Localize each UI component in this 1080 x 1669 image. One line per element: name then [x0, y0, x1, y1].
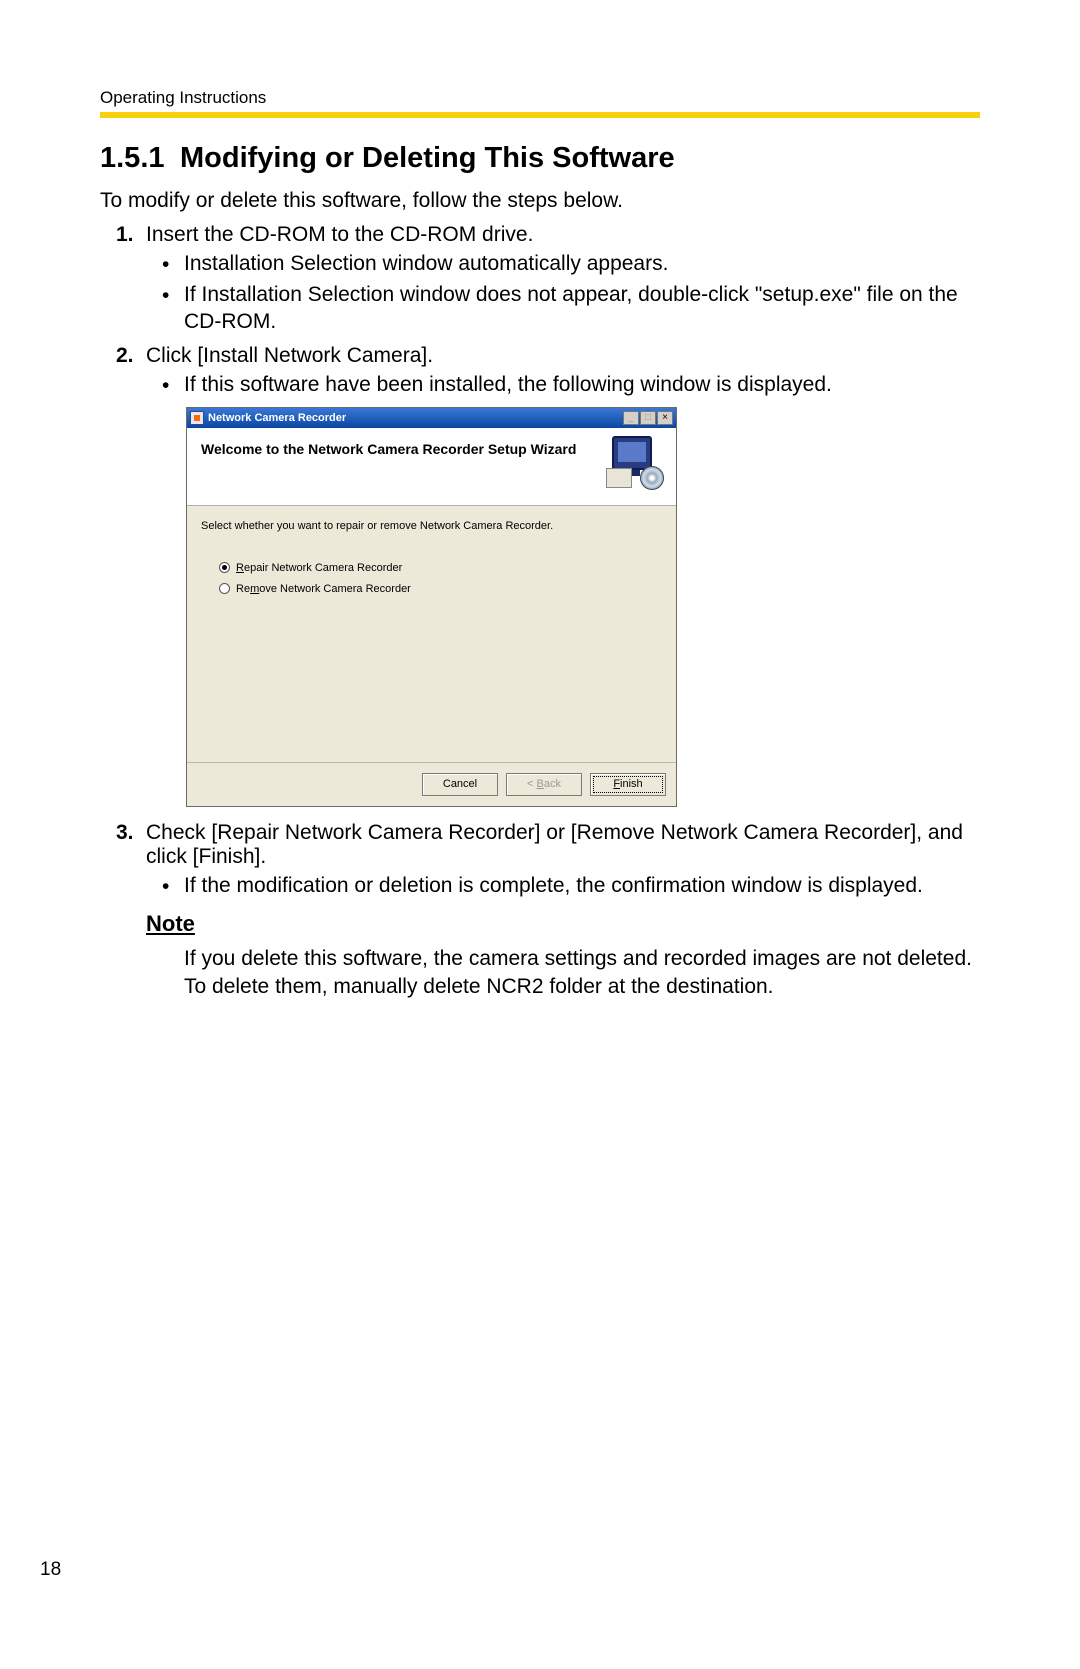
page-header: Operating Instructions — [100, 88, 980, 112]
wizard-instruction: Select whether you want to repair or rem… — [201, 520, 662, 532]
step-3-bullets: •If the modification or deletion is comp… — [146, 873, 980, 900]
radio-button-icon[interactable] — [219, 562, 230, 573]
monitor-icon — [612, 436, 652, 470]
disc-icon — [640, 466, 664, 490]
finish-button[interactable]: Finish — [590, 773, 666, 796]
bullet-icon: • — [162, 373, 169, 400]
radio-button-icon[interactable] — [219, 583, 230, 594]
step-list: 1. Insert the CD-ROM to the CD-ROM drive… — [100, 223, 980, 899]
bullet-icon: • — [162, 252, 169, 279]
step-3: 3. Check [Repair Network Camera Recorder… — [146, 821, 980, 900]
app-icon — [190, 411, 204, 425]
step-text: Check [Repair Network Camera Recorder] o… — [146, 821, 963, 868]
step-text: Click [Install Network Camera]. — [146, 344, 433, 367]
step-number: 3. — [116, 821, 134, 845]
minimize-button[interactable]: _ — [623, 411, 639, 425]
wizard-title: Network Camera Recorder — [208, 412, 623, 424]
note-body: If you delete this software, the camera … — [184, 945, 980, 1000]
maximize-button[interactable]: □ — [640, 411, 656, 425]
close-button[interactable]: × — [657, 411, 673, 425]
section-heading: 1.5.1Modifying or Deleting This Software — [100, 142, 980, 175]
list-item: •If this software have been installed, t… — [184, 372, 980, 399]
back-button[interactable]: < Back — [506, 773, 582, 796]
radio-remove[interactable]: Remove Network Camera Recorder — [219, 583, 662, 595]
section-number: 1.5.1 — [100, 142, 180, 175]
bullet-icon: • — [162, 874, 169, 901]
intro-text: To modify or delete this software, follo… — [100, 189, 980, 213]
radio-label: Remove Network Camera Recorder — [236, 583, 411, 595]
wizard-window: Network Camera Recorder _ □ × Welcome to… — [186, 407, 677, 807]
step-1: 1. Insert the CD-ROM to the CD-ROM drive… — [146, 223, 980, 336]
section-title: Modifying or Deleting This Software — [180, 142, 675, 174]
cancel-button[interactable]: Cancel — [422, 773, 498, 796]
list-item: •Installation Selection window automatic… — [184, 251, 980, 278]
wizard-button-row: Cancel < Back Finish — [187, 762, 676, 806]
step-number: 1. — [116, 223, 134, 247]
document-page: Operating Instructions 1.5.1Modifying or… — [0, 0, 1080, 1669]
step-2: 2. Click [Install Network Camera]. •If t… — [146, 344, 980, 807]
bullet-icon: • — [162, 283, 169, 310]
header-rule — [100, 112, 980, 118]
wizard-welcome-text: Welcome to the Network Camera Recorder S… — [201, 440, 591, 458]
radio-repair[interactable]: Repair Network Camera Recorder — [219, 562, 662, 574]
list-item: •If Installation Selection window does n… — [184, 282, 980, 336]
wizard-body: Select whether you want to repair or rem… — [187, 506, 676, 612]
step-number: 2. — [116, 344, 134, 368]
window-controls: _ □ × — [623, 411, 673, 425]
radio-label: Repair Network Camera Recorder — [236, 562, 402, 574]
page-number: 18 — [40, 1559, 61, 1581]
wizard-titlebar[interactable]: Network Camera Recorder _ □ × — [187, 408, 676, 428]
step-2-bullets: •If this software have been installed, t… — [146, 372, 980, 399]
step-text: Insert the CD-ROM to the CD-ROM drive. — [146, 223, 533, 246]
setup-graphic-icon — [606, 436, 664, 490]
wizard-header-panel: Welcome to the Network Camera Recorder S… — [187, 428, 676, 506]
note-heading: Note — [146, 911, 980, 937]
list-item: •If the modification or deletion is comp… — [184, 873, 980, 900]
step-1-bullets: •Installation Selection window automatic… — [146, 251, 980, 336]
box-icon — [606, 468, 632, 488]
